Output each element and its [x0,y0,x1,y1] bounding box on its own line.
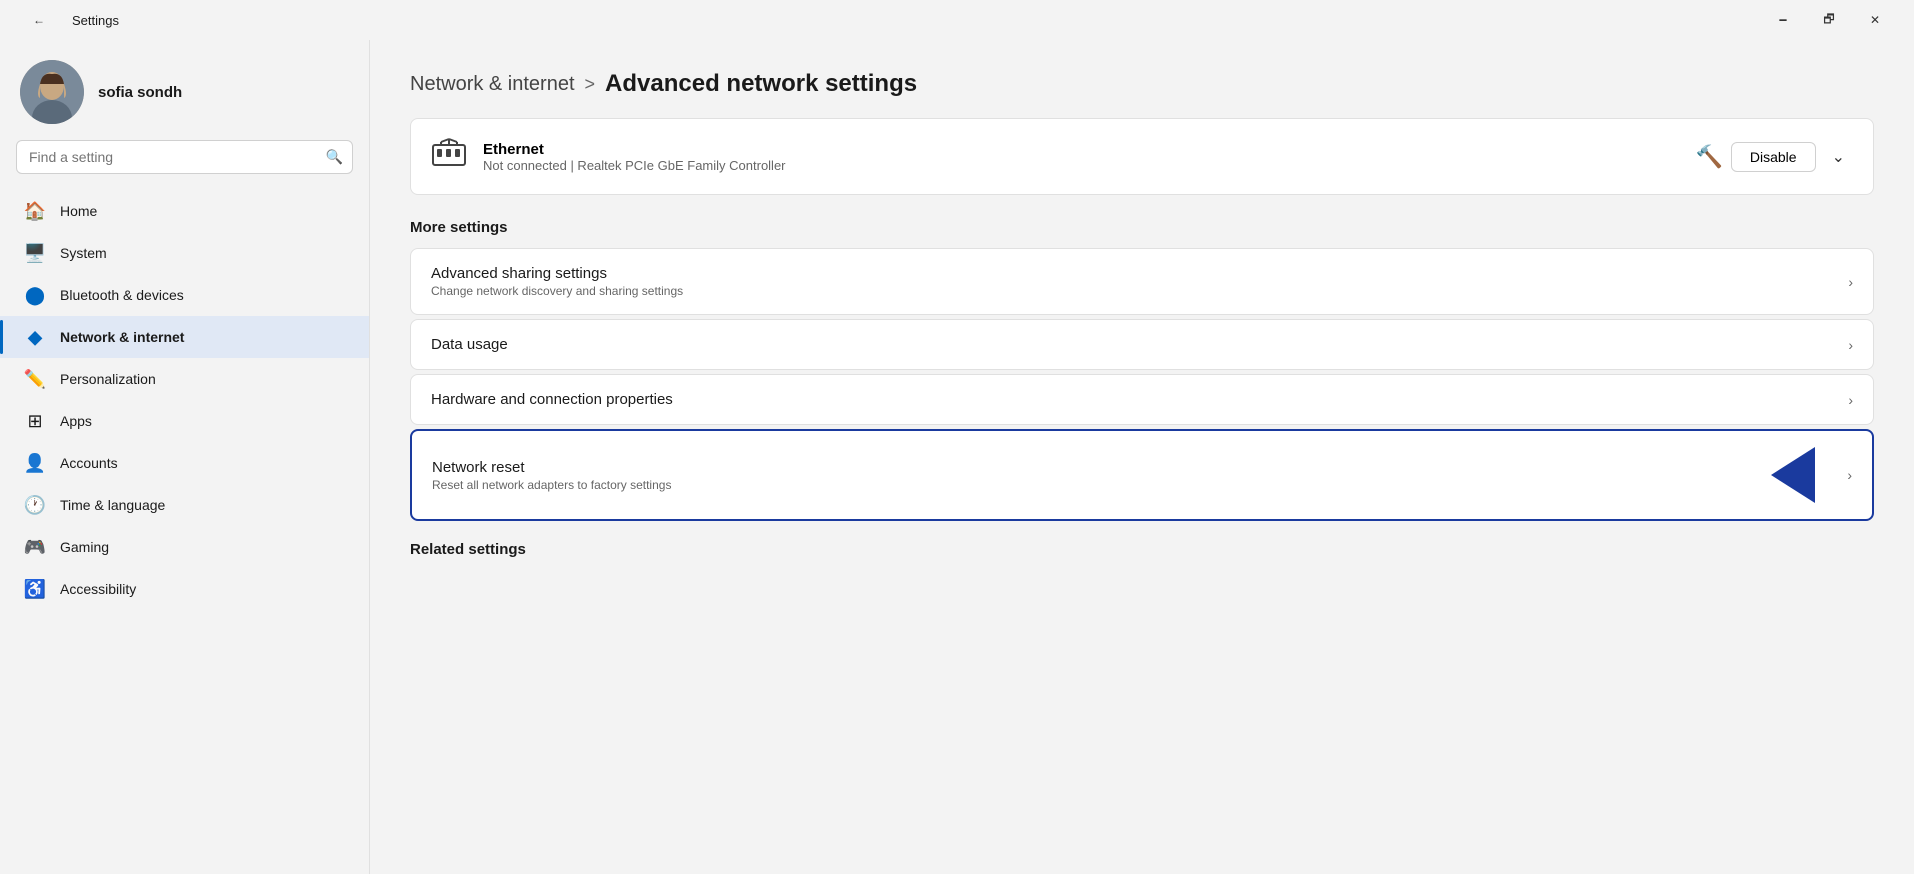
data-usage-chevron-icon: › [1848,337,1853,353]
network-reset-chevron-icon: › [1847,467,1852,483]
setting-item-sharing[interactable]: Advanced sharing settings Change network… [410,248,1874,315]
sidebar-item-gaming[interactable]: 🎮 Gaming [0,526,369,568]
search-box: 🔍 [16,140,353,174]
breadcrumb: Network & internet > Advanced network se… [410,70,1874,98]
sidebar-item-network-label: Network & internet [60,329,184,345]
ethernet-actions: 🔨 Disable ⌄ [1695,142,1853,172]
sharing-title: Advanced sharing settings [431,265,683,282]
nav-list: 🏠 Home 🖥️ System ⬤ Bluetooth & devices ◆… [0,186,369,614]
sidebar-item-accessibility-label: Accessibility [60,581,136,597]
sidebar-item-gaming-label: Gaming [60,539,109,555]
sidebar-item-bluetooth-label: Bluetooth & devices [60,287,184,303]
sharing-desc: Change network discovery and sharing set… [431,284,683,298]
sidebar-item-accounts[interactable]: 👤 Accounts [0,442,369,484]
breadcrumb-current: Advanced network settings [605,70,917,98]
time-icon: 🕐 [24,494,46,516]
titlebar: ← Settings 🗕 🗗 ✕ [0,0,1914,40]
personalization-icon: ✏️ [24,368,46,390]
sidebar-item-apps[interactable]: ⊞ Apps [0,400,369,442]
sidebar-item-network[interactable]: ◆ Network & internet [0,316,369,358]
accounts-icon: 👤 [24,452,46,474]
apps-icon: ⊞ [24,410,46,432]
setting-item-data-usage[interactable]: Data usage › [410,319,1874,370]
close-button[interactable]: ✕ [1852,4,1898,36]
ethernet-icon [431,135,467,178]
sidebar-item-accounts-label: Accounts [60,455,118,471]
sidebar-item-time-label: Time & language [60,497,165,513]
search-icon: 🔍 [326,149,343,166]
gaming-icon: 🎮 [24,536,46,558]
hardware-title: Hardware and connection properties [431,391,673,408]
sidebar-item-system[interactable]: 🖥️ System [0,232,369,274]
username: sofia sondh [98,84,182,101]
search-input[interactable] [16,140,353,174]
setting-item-network-reset[interactable]: Network reset Reset all network adapters… [410,429,1874,521]
ethernet-card: Ethernet Not connected | Realtek PCIe Gb… [410,118,1874,195]
network-reset-title: Network reset [432,459,671,476]
app-title: Settings [72,13,119,28]
ethernet-subtitle: Not connected | Realtek PCIe GbE Family … [483,158,1679,173]
home-icon: 🏠 [24,200,46,222]
setting-item-hardware[interactable]: Hardware and connection properties › [410,374,1874,425]
sidebar-item-accessibility[interactable]: ♿ Accessibility [0,568,369,610]
minimize-button[interactable]: 🗕 [1760,4,1806,36]
arrow-indicator [1771,447,1815,503]
sidebar-item-personalization-label: Personalization [60,371,156,387]
user-section: sofia sondh [0,40,369,140]
back-button[interactable]: ← [16,4,62,36]
ethernet-expand-button[interactable]: ⌄ [1824,143,1853,171]
sidebar-item-home[interactable]: 🏠 Home [0,190,369,232]
bluetooth-icon: ⬤ [24,284,46,306]
system-icon: 🖥️ [24,242,46,264]
sidebar-item-apps-label: Apps [60,413,92,429]
breadcrumb-parent[interactable]: Network & internet [410,73,575,96]
network-reset-desc: Reset all network adapters to factory se… [432,478,671,492]
app-body: sofia sondh 🔍 🏠 Home 🖥️ System ⬤ Bluetoo… [0,40,1914,874]
hardware-chevron-icon: › [1848,392,1853,408]
ethernet-info: Ethernet Not connected | Realtek PCIe Gb… [483,141,1679,173]
breadcrumb-separator: > [585,74,596,95]
sidebar-item-home-label: Home [60,203,97,219]
ethernet-title: Ethernet [483,141,1679,158]
network-icon: ◆ [24,326,46,348]
sidebar-item-time[interactable]: 🕐 Time & language [0,484,369,526]
more-settings-title: More settings [410,219,1874,236]
restore-button[interactable]: 🗗 [1806,4,1852,36]
settings-list: Advanced sharing settings Change network… [410,248,1874,521]
titlebar-left: ← Settings [16,4,119,36]
avatar [20,60,84,124]
sidebar-item-personalization[interactable]: ✏️ Personalization [0,358,369,400]
main-content: Network & internet > Advanced network se… [370,40,1914,874]
sidebar-item-bluetooth[interactable]: ⬤ Bluetooth & devices [0,274,369,316]
data-usage-title: Data usage [431,336,508,353]
hammer-icon: 🔨 [1695,144,1722,170]
disable-button[interactable]: Disable [1731,142,1816,172]
more-settings-section: More settings Advanced sharing settings … [410,219,1874,521]
related-settings-title: Related settings [410,541,1874,558]
sidebar: sofia sondh 🔍 🏠 Home 🖥️ System ⬤ Bluetoo… [0,40,370,874]
window-controls: 🗕 🗗 ✕ [1760,4,1898,36]
accessibility-icon: ♿ [24,578,46,600]
sidebar-item-system-label: System [60,245,107,261]
sharing-chevron-icon: › [1848,274,1853,290]
